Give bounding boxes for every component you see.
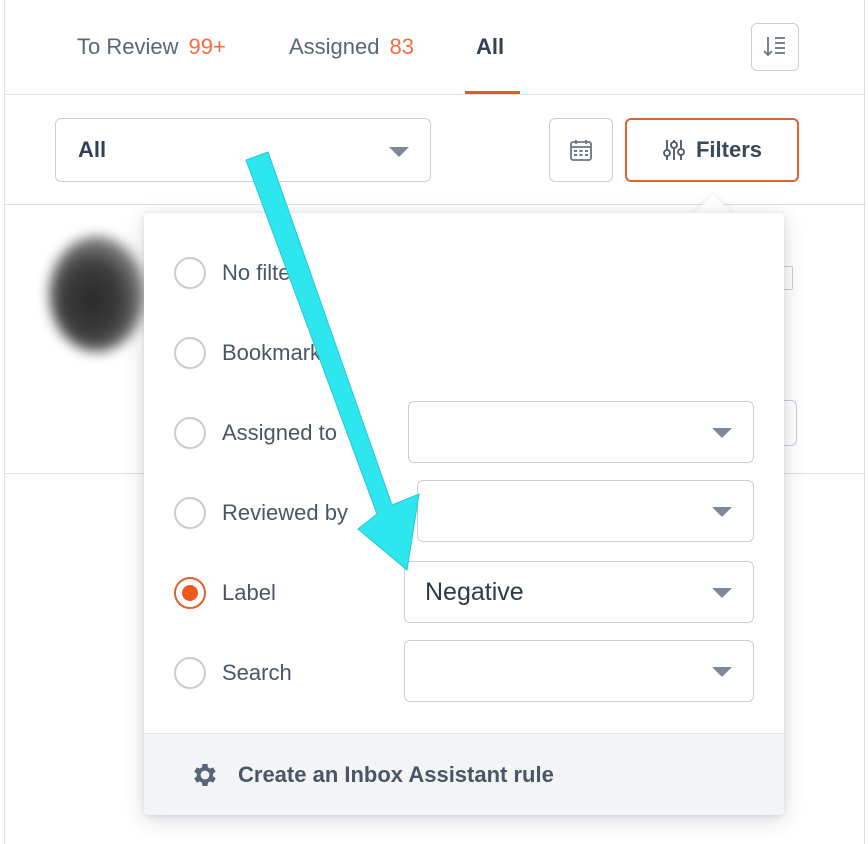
filter-option-no-filter[interactable]: No filter [174,256,298,290]
calendar-icon [570,140,592,161]
filter-option-assigned-to[interactable]: Assigned to [174,416,337,450]
tab-label: To Review [77,34,179,59]
tab-assigned[interactable]: Assigned 83 [289,34,414,60]
chevron-down-icon [389,147,409,157]
chevron-down-icon [712,507,732,517]
tab-label: Assigned [289,34,380,59]
avatar [49,236,145,352]
assigned-to-select[interactable] [408,401,754,463]
view-select[interactable]: All [55,118,431,182]
filter-option-label[interactable]: Label [174,576,276,610]
radio-button-selected[interactable] [174,577,206,609]
sort-lines-icon [763,37,785,57]
filter-option-reviewed-by[interactable]: Reviewed by [174,496,348,530]
radio-button[interactable] [174,417,206,449]
sort-button[interactable] [751,23,799,71]
tab-label: All [476,34,505,59]
calendar-button[interactable] [549,118,613,182]
filter-option-label: Reviewed by [222,500,348,525]
tab-all[interactable]: All [476,34,504,60]
radio-button[interactable] [174,337,206,369]
toolbar: All Filters [5,96,866,205]
filter-option-label: Assigned to [222,420,337,445]
chevron-down-icon [712,588,732,598]
filter-option-label: Search [222,660,292,685]
sliders-icon [663,140,685,160]
label-select[interactable]: Negative [404,561,754,623]
filter-option-bookmarks[interactable]: Bookmarks [174,336,332,370]
tab-count: 83 [389,34,414,59]
create-rule-label: Create an Inbox Assistant rule [238,761,554,787]
radio-button[interactable] [174,257,206,289]
filters-popover: No filter Bookmarks Assigned to Reviewed… [144,213,784,815]
radio-button[interactable] [174,657,206,689]
filter-option-label: No filter [222,260,298,285]
chevron-down-icon [712,667,732,677]
tab-bar: To Review 99+ Assigned 83 All [5,0,866,95]
gear-icon [194,763,216,786]
view-select-value: All [78,137,107,162]
active-tab-indicator [465,91,520,94]
filter-option-label: Bookmarks [222,340,333,365]
label-select-value: Negative [425,577,524,606]
search-select[interactable] [404,640,754,702]
filter-option-label-text: Label [222,580,276,605]
create-rule-button[interactable]: Create an Inbox Assistant rule [144,733,784,815]
filter-option-search[interactable]: Search [174,656,292,690]
filters-button[interactable]: Filters [625,118,799,182]
tab-to-review[interactable]: To Review 99+ [77,34,226,60]
filters-label: Filters [695,137,763,162]
radio-button[interactable] [174,497,206,529]
chevron-down-icon [712,428,732,438]
reviewed-by-select[interactable] [417,480,754,542]
tab-count: 99+ [188,34,226,59]
